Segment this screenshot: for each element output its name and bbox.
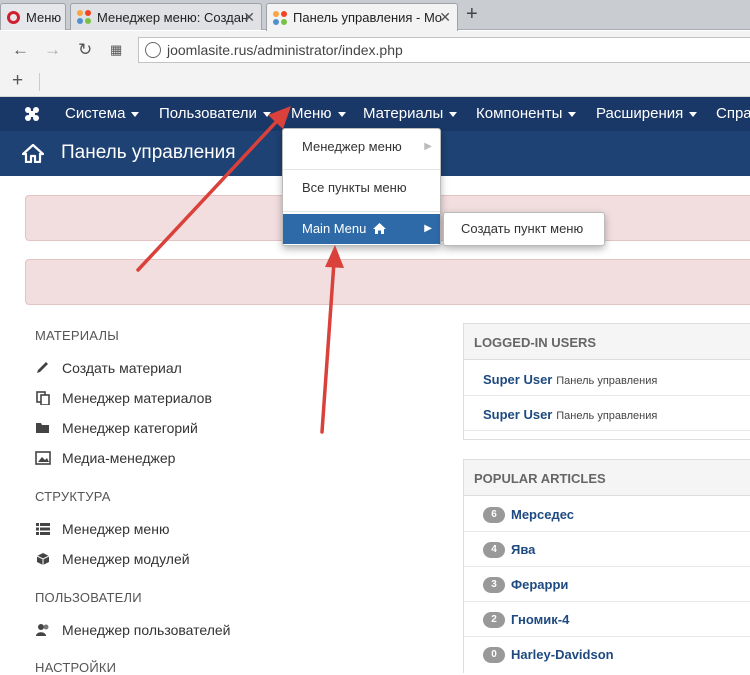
arrow-annotation-icon (320, 245, 344, 434)
arrow-annotation-icon (136, 106, 291, 272)
annotation-arrows (136, 106, 344, 434)
